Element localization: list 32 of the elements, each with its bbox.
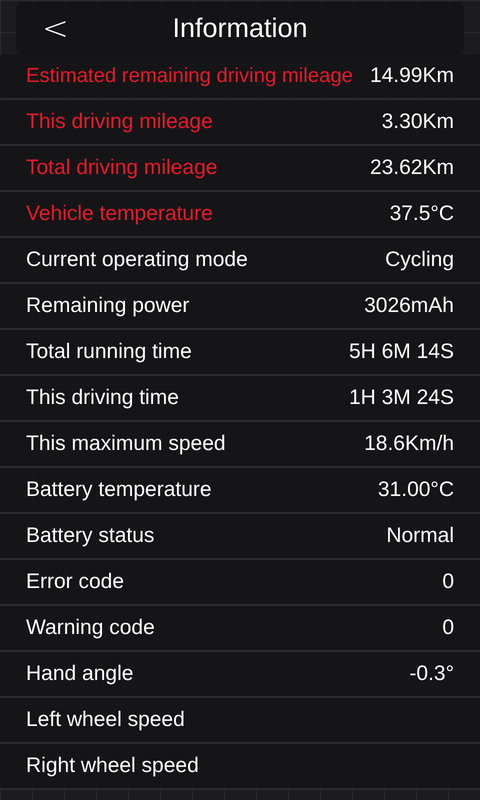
- row-label: Vehicle temperature: [26, 202, 213, 226]
- row-value: 0: [442, 616, 454, 640]
- row-value: Cycling: [385, 248, 454, 272]
- row-label: This maximum speed: [26, 432, 226, 456]
- row-value: -0.3°: [409, 662, 454, 686]
- row-value: 3.30Km: [382, 110, 454, 134]
- row-label: Battery status: [26, 524, 154, 548]
- row-label: Error code: [26, 570, 124, 594]
- row-value: 14.99Km: [370, 64, 454, 88]
- row-value: 37.5°C: [390, 202, 454, 226]
- row-label: Remaining power: [26, 294, 190, 318]
- row-label: This driving time: [26, 386, 179, 410]
- row-label: Right wheel speed: [26, 754, 199, 778]
- row-label: Current operating mode: [26, 248, 248, 272]
- row-label: Total driving mileage: [26, 156, 218, 180]
- row-label: Total running time: [26, 340, 192, 364]
- row-value: 5H 6M 14S: [348, 340, 454, 364]
- row-value: 18.6Km/h: [364, 432, 454, 456]
- back-button[interactable]: <: [32, 12, 79, 44]
- row-label: This driving mileage: [26, 110, 213, 134]
- row-value: 0: [442, 570, 454, 594]
- row-label: Estimated remaining driving mileage: [26, 64, 353, 88]
- page-title: Information: [172, 12, 308, 44]
- row-label: Warning code: [26, 616, 155, 640]
- row-value: 31.00°C: [378, 478, 454, 502]
- row-value: Normal: [386, 524, 454, 548]
- row-value: 23.62Km: [370, 156, 454, 180]
- row-label: Left wheel speed: [26, 708, 185, 732]
- row-label: Battery temperature: [26, 478, 212, 502]
- row-label: Hand angle: [26, 662, 134, 686]
- row-value: 3026mAh: [364, 294, 454, 318]
- row-value: 1H 3M 24S: [348, 386, 454, 410]
